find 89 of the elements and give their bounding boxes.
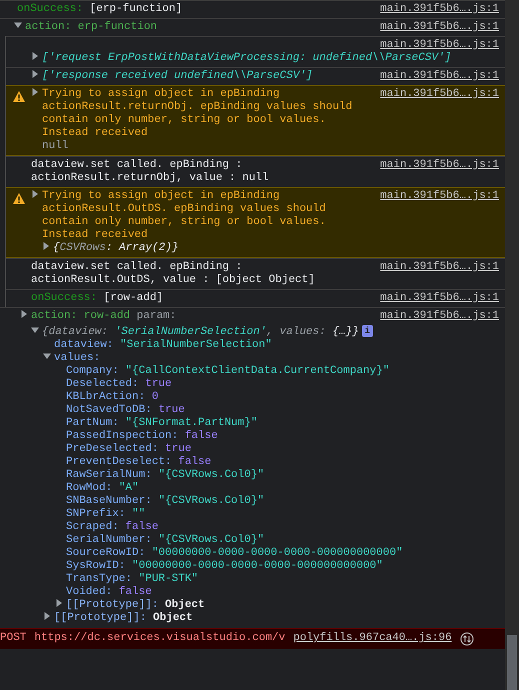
expand-triangle-icon[interactable] bbox=[20, 310, 28, 318]
source-link[interactable]: main.391f5b6….js:1 bbox=[380, 70, 499, 83]
property-key: Deselected: bbox=[66, 378, 139, 390]
request-url[interactable]: https://dc.services.visualstudio.com/v bbox=[34, 632, 286, 646]
property-value: "{CSVRows.Col0}" bbox=[158, 468, 264, 481]
warning-icon bbox=[13, 91, 25, 102]
property-value: false bbox=[125, 520, 158, 533]
expand-triangle-icon[interactable] bbox=[43, 612, 51, 620]
property-value: "{SNFormat.PartNum}" bbox=[125, 416, 258, 429]
warning-message: Trying to assign object in epBinding actionResult.OutDS. epBinding values should contain only number, string or bool values. Instead received bbox=[42, 190, 327, 242]
property-value: "SerialNumberSelection" bbox=[120, 338, 272, 351]
collapse-triangle-icon[interactable] bbox=[43, 352, 51, 360]
property-value: true bbox=[158, 404, 185, 416]
property-value: Object bbox=[165, 598, 205, 611]
expand-triangle-icon[interactable] bbox=[31, 190, 39, 198]
property-key: dataview: bbox=[54, 338, 114, 351]
source-link[interactable]: polyfills.967ca40….js:96 bbox=[293, 632, 452, 646]
request-method: POST bbox=[0, 632, 26, 646]
log-value: [row-add] bbox=[104, 292, 164, 304]
property-key: [[Prototype]]: bbox=[54, 612, 146, 624]
source-link[interactable]: main.391f5b6….js:1 bbox=[380, 39, 499, 52]
property-value: true bbox=[165, 442, 192, 455]
property-key: RowMod: bbox=[66, 482, 112, 494]
source-link[interactable]: main.391f5b6….js:1 bbox=[380, 190, 499, 203]
group-title[interactable]: action: erp-function bbox=[25, 21, 158, 33]
source-link[interactable]: main.391f5b6….js:1 bbox=[380, 292, 499, 305]
log-message: dataview.set called. epBinding : actionResult.returnObj, value : null bbox=[31, 159, 269, 184]
property-key: PartNum: bbox=[66, 416, 119, 429]
object-preview[interactable]: {dataview: 'SerialNumberSelection', values: {…}} bbox=[42, 326, 359, 338]
source-link[interactable]: main.391f5b6….js:1 bbox=[380, 21, 499, 34]
source-link[interactable]: main.391f5b6….js:1 bbox=[380, 261, 499, 274]
info-icon[interactable]: i bbox=[362, 325, 373, 337]
log-label: action: row-add bbox=[31, 310, 130, 322]
property-key: SNPrefix: bbox=[66, 508, 126, 520]
property-value: "" bbox=[132, 508, 146, 520]
property-value: false bbox=[178, 456, 212, 468]
property-value: "00000000-0000-0000-0000-000000000000" bbox=[152, 546, 403, 559]
log-param: param: bbox=[136, 310, 176, 322]
log-label: onSuccess: bbox=[17, 3, 84, 15]
source-link[interactable]: main.391f5b6….js:1 bbox=[380, 88, 499, 101]
log-value: [erp-function] bbox=[90, 3, 182, 15]
property-key: RawSerialNum: bbox=[66, 468, 152, 481]
property-key: NotSavedToDB: bbox=[66, 404, 152, 416]
property-value: true bbox=[145, 378, 172, 390]
property-value: false bbox=[118, 586, 152, 598]
expand-triangle-icon[interactable] bbox=[31, 70, 39, 78]
property-value: 0 bbox=[152, 390, 158, 403]
property-key: PreventDeselect: bbox=[66, 456, 172, 468]
property-key: SourceRowID: bbox=[66, 546, 146, 559]
array-preview[interactable]: ['response received undefined\\ParseCSV'] bbox=[42, 70, 313, 82]
property-value: false bbox=[184, 430, 218, 442]
property-key: Scraped: bbox=[66, 520, 119, 533]
warning-message: Trying to assign object in epBinding actionResult.returnObj. epBinding values should contain only number, string or bool values. Instead received bbox=[42, 88, 354, 140]
property-value: "{CallContextClientData.CurrentCompany}" bbox=[125, 364, 390, 377]
source-link[interactable]: main.391f5b6….js:1 bbox=[380, 159, 499, 172]
scrollbar[interactable] bbox=[505, 0, 519, 690]
log-label: onSuccess: bbox=[31, 292, 98, 304]
property-value: "PUR-STK" bbox=[138, 572, 198, 585]
array-preview[interactable]: ['request ErpPostWithDataViewProcessing: undefined\\ParseCSV'] bbox=[42, 52, 452, 64]
property-value: "{CSVRows.Col0}" bbox=[158, 534, 264, 546]
property-key: values: bbox=[54, 352, 100, 364]
scrollbar-thumb[interactable] bbox=[507, 635, 517, 690]
property-key: SNBaseNumber: bbox=[66, 494, 152, 507]
null-value: null bbox=[42, 140, 68, 152]
source-link[interactable]: main.391f5b6….js:1 bbox=[380, 3, 499, 16]
property-value: "A" bbox=[118, 482, 139, 494]
property-value: Object bbox=[153, 612, 193, 624]
property-key: SysRowID: bbox=[66, 560, 126, 572]
source-link[interactable]: main.391f5b6….js:1 bbox=[380, 310, 499, 323]
expand-triangle-icon[interactable] bbox=[31, 88, 39, 96]
property-key: PreDeselected: bbox=[66, 442, 158, 455]
collapse-triangle-icon[interactable] bbox=[14, 21, 22, 29]
collapse-triangle-icon[interactable] bbox=[31, 326, 39, 334]
property-key: Voided: bbox=[66, 586, 112, 598]
property-value: "{CSVRows.Col0}" bbox=[158, 494, 264, 507]
property-key: SerialNumber: bbox=[66, 534, 152, 546]
property-key: TransType: bbox=[66, 572, 132, 585]
warning-icon bbox=[13, 193, 25, 204]
expand-triangle-icon[interactable] bbox=[42, 242, 50, 250]
property-key: Company: bbox=[66, 364, 119, 377]
object-preview[interactable]: {CSVRows: Array(2)} bbox=[53, 242, 178, 254]
property-key: PassedInspection: bbox=[66, 430, 178, 442]
log-message: dataview.set called. epBinding : actionResult.OutDS, value : [object Object] bbox=[31, 261, 315, 286]
property-key: [[Prototype]]: bbox=[66, 598, 158, 611]
property-key: KBLbrAction: bbox=[66, 390, 146, 403]
network-icon[interactable] bbox=[460, 632, 474, 646]
expand-triangle-icon[interactable] bbox=[31, 52, 39, 60]
expand-triangle-icon[interactable] bbox=[55, 598, 63, 607]
property-value: "00000000-0000-0000-0000-000000000000" bbox=[132, 560, 383, 572]
